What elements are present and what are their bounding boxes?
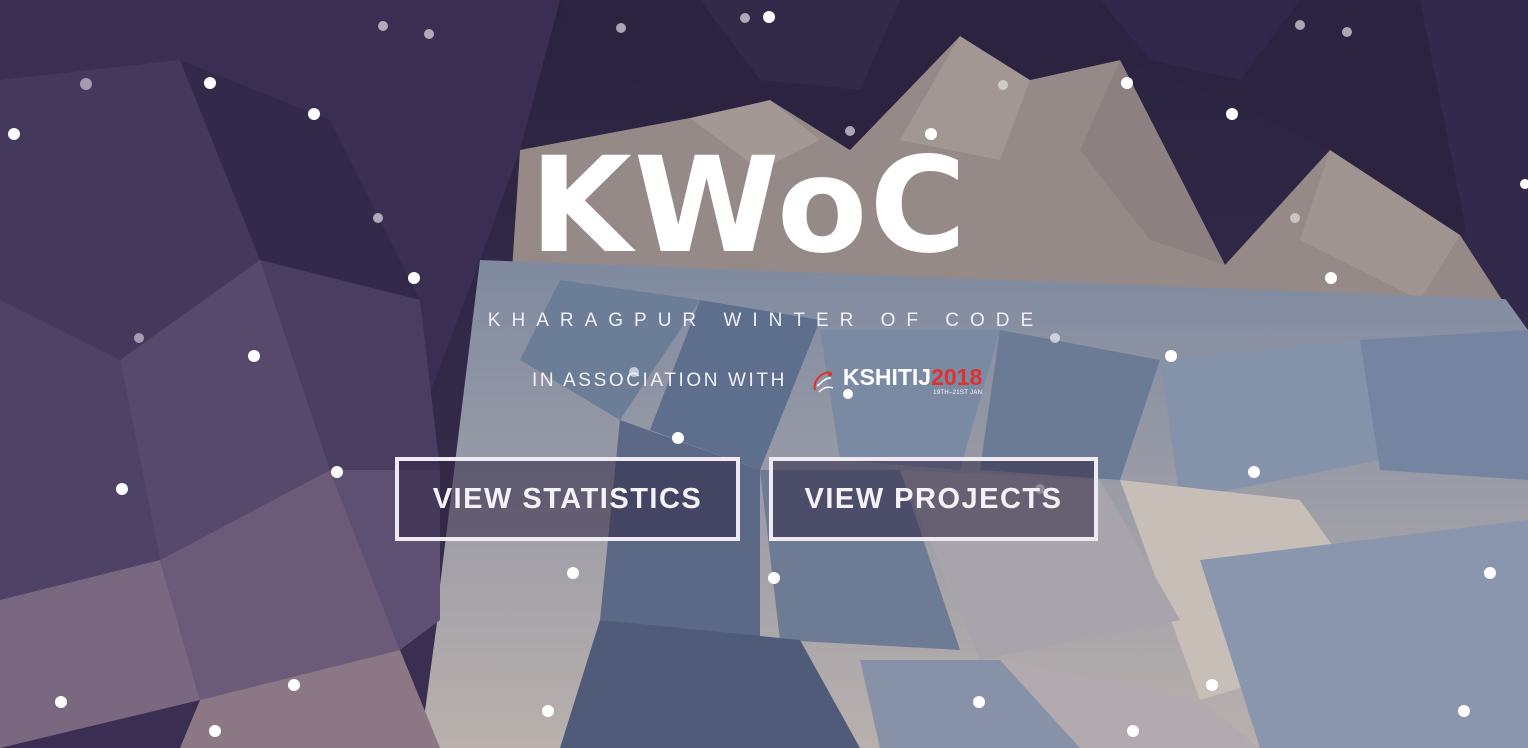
view-projects-button[interactable]: VIEW PROJECTS (769, 457, 1098, 541)
association-text: IN ASSOCIATION WITH (532, 370, 787, 391)
sponsor-year: 2018 (931, 364, 983, 390)
site-title: KWoC (529, 129, 969, 283)
view-statistics-button[interactable]: VIEW STATISTICS (395, 457, 740, 541)
association-row: IN ASSOCIATION WITH KSHITIJ 2018 19TH–21… (532, 364, 982, 398)
kshitij-logo[interactable]: KSHITIJ 2018 19TH–21ST JAN (809, 366, 982, 396)
site-subtitle: KHARAGPUR WINTER OF CODE (487, 310, 1045, 331)
sponsor-name: KSHITIJ (842, 364, 932, 390)
hero-section: KWoC KHARAGPUR WINTER OF CODE IN ASSOCIA… (0, 0, 1528, 748)
kshitij-logo-icon (813, 371, 834, 393)
sponsor-dates: 19TH–21ST JAN (933, 390, 983, 396)
